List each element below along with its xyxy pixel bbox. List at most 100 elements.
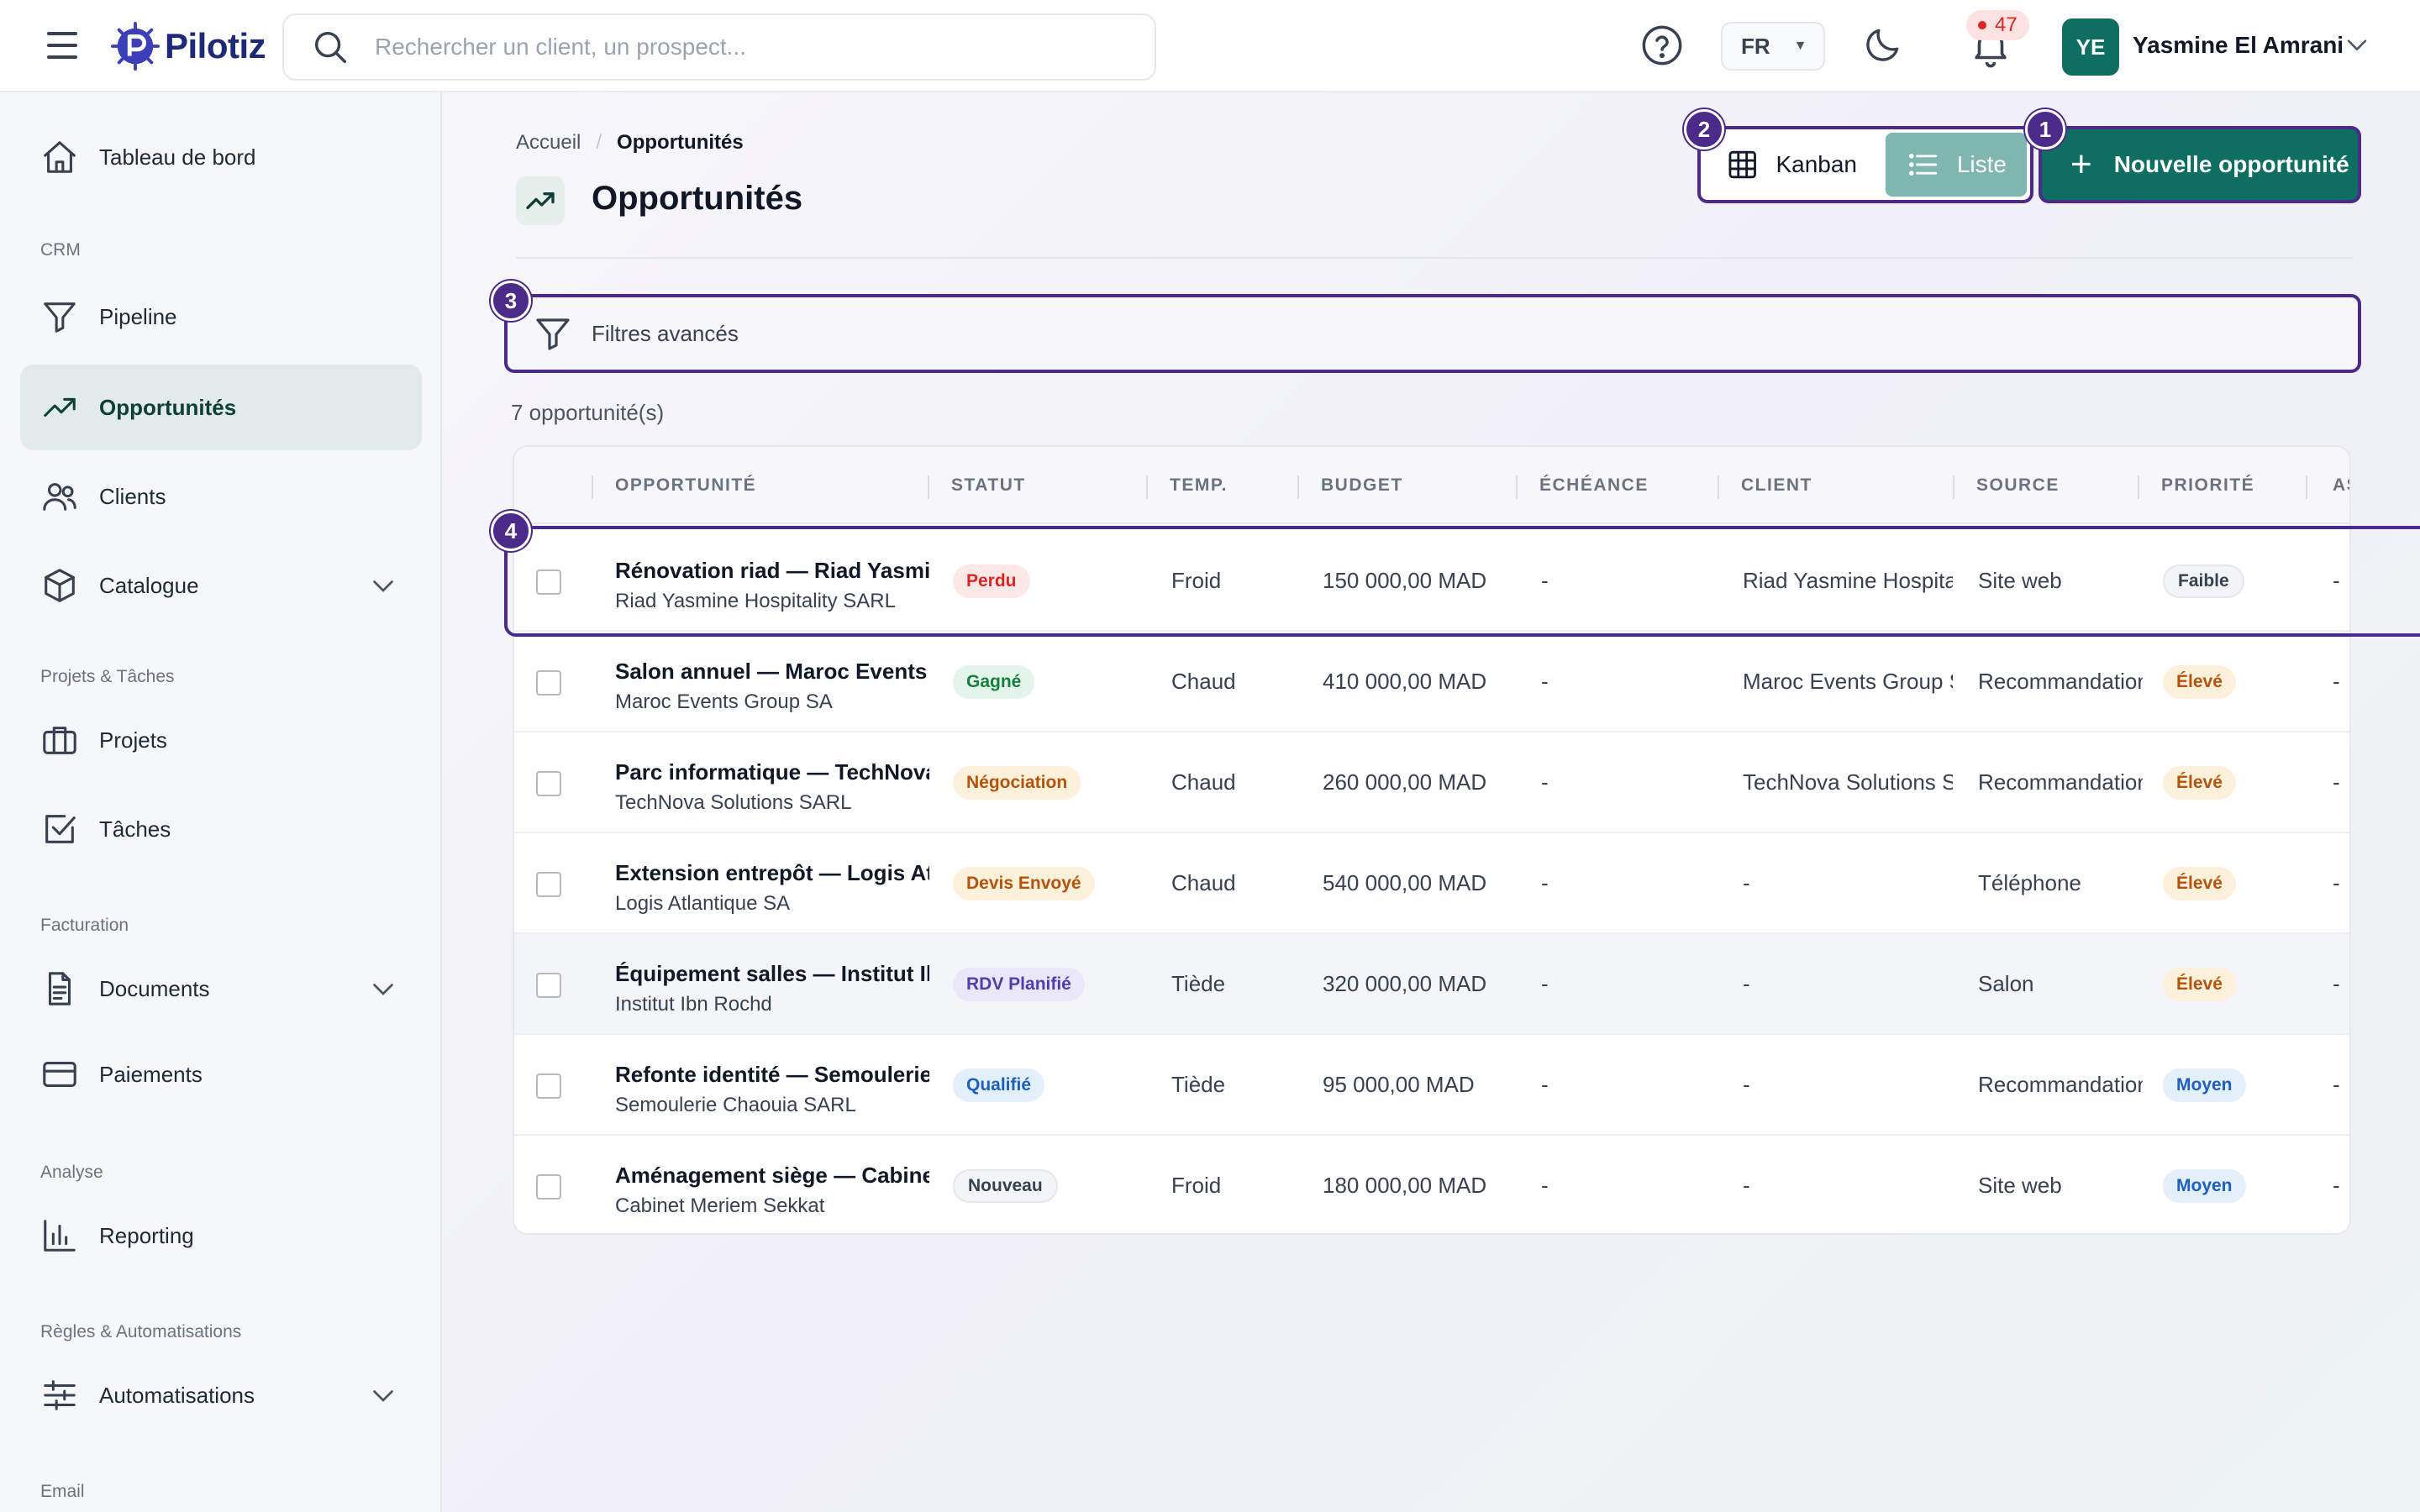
column-separator[interactable] bbox=[1516, 475, 1518, 499]
kanban-view-button[interactable]: Kanban bbox=[1706, 133, 1877, 197]
menu-toggle-icon[interactable] bbox=[44, 27, 81, 64]
table-row[interactable]: Aménagement siège — Cabinet Meriem Sekka… bbox=[514, 1136, 2349, 1233]
new-opportunity-button[interactable]: + Nouvelle opportunité bbox=[2039, 126, 2361, 203]
search-bar[interactable] bbox=[282, 13, 1156, 81]
sidebar-item-clients[interactable]: Clients bbox=[20, 454, 422, 539]
temperature-cell: Chaud bbox=[1171, 870, 1236, 895]
sidebar-item-tableau-de-bord[interactable]: Tableau de bord bbox=[20, 114, 422, 200]
sidebar-item-label: Tâches bbox=[99, 816, 171, 842]
table-row[interactable]: Extension entrepôt — Logis Atlantique Log… bbox=[514, 833, 2349, 934]
column-separator[interactable] bbox=[1718, 475, 1719, 499]
column-separator[interactable] bbox=[1146, 475, 1148, 499]
budget-cell: 260 000,00 MAD bbox=[1323, 769, 1487, 795]
sidebar-item-taches[interactable]: Tâches bbox=[20, 786, 422, 872]
list-view-button[interactable]: Liste bbox=[1886, 133, 2027, 197]
column-header[interactable]: STATUT bbox=[951, 475, 1026, 496]
sidebar-item-catalogue[interactable]: Catalogue bbox=[20, 543, 422, 628]
table-row[interactable]: Équipement salles — Institut Ibn Rochd In… bbox=[514, 934, 2349, 1035]
help-icon[interactable] bbox=[1640, 24, 1684, 67]
opportunity-title[interactable]: Extension entrepôt — Logis Atlantique bbox=[615, 860, 929, 886]
opportunity-title[interactable]: Rénovation riad — Riad Yasmine bbox=[615, 558, 929, 584]
opportunity-title[interactable]: Salon annuel — Maroc Events Group bbox=[615, 659, 929, 685]
brand-logo[interactable]: Pilotiz bbox=[111, 22, 266, 71]
column-header[interactable]: TEMP. bbox=[1170, 475, 1228, 496]
source-cell: Salon bbox=[1978, 971, 2034, 996]
pilotiz-logo-icon bbox=[111, 22, 160, 71]
app: Pilotiz FR ▼ 47 YE Yasmine El Amrani bbox=[0, 0, 2420, 1512]
table-row[interactable]: Salon annuel — Maroc Events Group Maroc E… bbox=[514, 632, 2349, 732]
opportunity-title[interactable]: Aménagement siège — Cabinet Meriem Sekka… bbox=[615, 1163, 929, 1189]
avatar[interactable]: YE bbox=[2062, 18, 2119, 76]
client-cell[interactable]: Riad Yasmine Hospitality bbox=[1743, 568, 1953, 594]
column-separator[interactable] bbox=[928, 475, 929, 499]
client-cell[interactable]: - bbox=[1743, 870, 1953, 896]
language-select[interactable]: FR ▼ bbox=[1721, 22, 1825, 71]
client-cell[interactable]: - bbox=[1743, 971, 1953, 997]
table-row[interactable]: Rénovation riad — Riad Yasmine Riad Yasmi… bbox=[514, 531, 2349, 632]
users-icon bbox=[43, 483, 76, 511]
priority-badge: Élevé bbox=[2163, 968, 2236, 1001]
client-cell[interactable]: TechNova Solutions SARL bbox=[1743, 769, 1953, 795]
client-cell[interactable]: - bbox=[1743, 1072, 1953, 1098]
sidebar-item-label: Opportunités bbox=[99, 394, 237, 420]
column-header[interactable]: AS bbox=[2333, 475, 2349, 496]
column-separator[interactable] bbox=[2138, 475, 2139, 499]
temperature-cell: Froid bbox=[1171, 1173, 1222, 1198]
advanced-filters[interactable]: Filtres avancés bbox=[504, 294, 2361, 373]
sidebar-item-opportunites[interactable]: Opportunités bbox=[20, 365, 422, 450]
column-header[interactable]: CLIENT bbox=[1741, 475, 1812, 496]
opportunity-title[interactable]: Équipement salles — Institut Ibn Rochd bbox=[615, 961, 929, 987]
table-row[interactable]: Refonte identité — Semoulerie Chaouia Sem… bbox=[514, 1035, 2349, 1136]
sidebar-item-paiements[interactable]: Paiements bbox=[20, 1032, 422, 1117]
chevron-down-icon[interactable] bbox=[368, 570, 398, 601]
opportunity-title[interactable]: Parc informatique — TechNova bbox=[615, 759, 929, 785]
column-header[interactable]: SOURCE bbox=[1976, 475, 2060, 496]
search-input[interactable] bbox=[375, 34, 1131, 60]
column-header[interactable]: PRIORITÉ bbox=[2161, 475, 2254, 496]
status-badge: Négociation bbox=[953, 766, 1081, 800]
breadcrumb-home[interactable]: Accueil bbox=[516, 131, 581, 155]
sidebar-item-reporting[interactable]: Reporting bbox=[20, 1193, 422, 1278]
row-checkbox[interactable] bbox=[536, 872, 561, 897]
moon-icon[interactable] bbox=[1862, 24, 1904, 66]
column-header[interactable]: ÉCHÉANCE bbox=[1539, 475, 1649, 496]
sidebar-item-projets[interactable]: Projets bbox=[20, 697, 422, 783]
annotation-marker-3: 3 bbox=[491, 281, 531, 321]
row-checkbox[interactable] bbox=[536, 973, 561, 998]
chevron-down-icon[interactable] bbox=[368, 1380, 398, 1410]
row-checkbox[interactable] bbox=[536, 771, 561, 796]
notification-count: 47 bbox=[1995, 13, 2018, 36]
column-separator[interactable] bbox=[2306, 475, 2307, 499]
sidebar-section-heading: Règles & Automatisations bbox=[40, 1322, 242, 1341]
chevron-down-icon[interactable] bbox=[368, 974, 398, 1004]
client-cell[interactable]: - bbox=[1743, 1173, 1953, 1199]
temperature-cell: Chaud bbox=[1171, 669, 1236, 694]
user-name[interactable]: Yasmine El Amrani bbox=[2133, 32, 2344, 59]
client-cell[interactable]: Maroc Events Group SA bbox=[1743, 669, 1953, 695]
status-badge: RDV Planifié bbox=[953, 968, 1085, 1001]
budget-cell: 320 000,00 MAD bbox=[1323, 971, 1487, 996]
chevron-down-icon[interactable] bbox=[2343, 30, 2371, 59]
column-header[interactable]: OPPORTUNITÉ bbox=[615, 475, 756, 496]
row-checkbox[interactable] bbox=[536, 1074, 561, 1099]
column-separator[interactable] bbox=[592, 475, 593, 499]
bar-chart-icon bbox=[44, 1220, 76, 1252]
column-header[interactable]: BUDGET bbox=[1321, 475, 1403, 496]
assignee-cell: - bbox=[2333, 769, 2340, 795]
table-row[interactable]: Parc informatique — TechNova TechNova Sol… bbox=[514, 732, 2349, 833]
sidebar-item-automatisations[interactable]: Automatisations bbox=[20, 1352, 422, 1438]
notification-badge[interactable]: 47 bbox=[1966, 10, 2029, 40]
sidebar-item-documents[interactable]: Documents bbox=[20, 946, 422, 1032]
source-cell: Téléphone bbox=[1978, 870, 2081, 895]
due-date-cell: - bbox=[1541, 1072, 1549, 1097]
sidebar-item-pipeline[interactable]: Pipeline bbox=[20, 274, 422, 360]
column-separator[interactable] bbox=[1297, 475, 1299, 499]
row-checkbox[interactable] bbox=[536, 570, 561, 595]
caret-down-icon: ▼ bbox=[1793, 39, 1807, 53]
budget-cell: 540 000,00 MAD bbox=[1323, 870, 1487, 895]
column-separator[interactable] bbox=[1953, 475, 1954, 499]
view-toggle: Kanban Liste bbox=[1697, 126, 2033, 203]
row-checkbox[interactable] bbox=[536, 1174, 561, 1200]
row-checkbox[interactable] bbox=[536, 670, 561, 696]
opportunity-title[interactable]: Refonte identité — Semoulerie Chaouia bbox=[615, 1062, 929, 1088]
